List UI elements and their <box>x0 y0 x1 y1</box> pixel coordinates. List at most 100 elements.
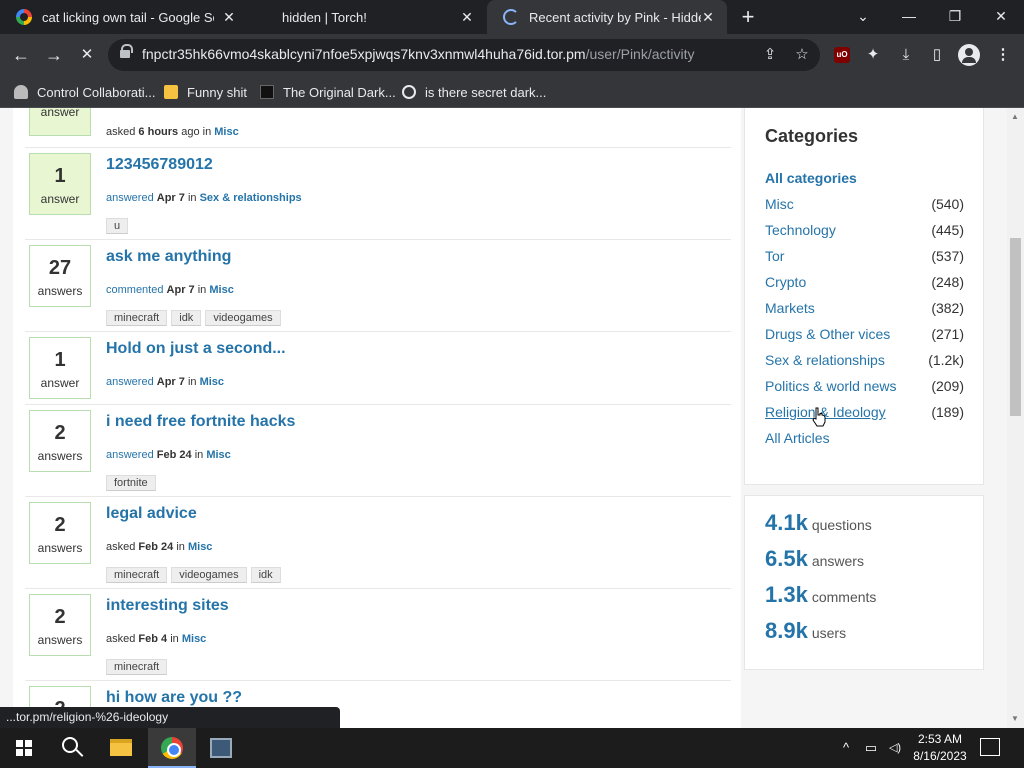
category-item-markets[interactable]: Markets (382) <box>765 300 964 320</box>
tag[interactable]: minecraft <box>106 310 168 326</box>
activity-category-link[interactable]: Misc <box>200 376 224 388</box>
tray-chevron-icon[interactable]: ^ <box>836 728 856 768</box>
close-icon[interactable]: ✕ <box>699 8 717 26</box>
chrome-taskbar-button[interactable] <box>148 728 196 768</box>
question-title-link[interactable]: 123456789012 <box>106 156 213 174</box>
bookmark-original-dark[interactable]: The Original Dark... <box>260 82 396 102</box>
activity-verb[interactable]: answered <box>106 192 154 204</box>
windows-logo-icon <box>16 740 32 756</box>
activity-category-link[interactable]: Misc <box>214 126 238 138</box>
scrollbar-thumb[interactable] <box>1010 238 1021 416</box>
tab-recent-activity[interactable]: Recent activity by Pink - Hidden A ✕ <box>487 0 727 34</box>
category-count: (540) <box>931 196 964 212</box>
bookmark-funny-shit[interactable]: Funny shit <box>164 82 247 102</box>
forward-button[interactable]: → <box>41 42 67 68</box>
activity-category-link[interactable]: Misc <box>209 284 233 296</box>
all-articles-label[interactable]: All Articles <box>765 430 830 446</box>
activity-verb[interactable]: answered <box>106 449 154 461</box>
tab-title: Recent activity by Pink - Hidden A <box>529 9 701 25</box>
start-button[interactable] <box>0 728 48 768</box>
category-name[interactable]: Tor <box>765 248 784 264</box>
category-name[interactable]: Crypto <box>765 274 806 290</box>
question-title-link[interactable]: i need free fortnite hacks <box>106 413 295 431</box>
category-name[interactable]: Technology <box>765 222 836 238</box>
category-item-crypto[interactable]: Crypto (248) <box>765 274 964 294</box>
question-title-link[interactable]: hi how are you ?? <box>106 689 242 707</box>
scroll-down-arrow-icon[interactable]: ▼ <box>1011 714 1019 723</box>
tab-google-search[interactable]: cat licking own tail - Google Sear ✕ <box>0 0 248 34</box>
profile-avatar-icon[interactable] <box>958 44 980 66</box>
network-icon[interactable]: ▭ <box>860 728 882 768</box>
question-title-link[interactable]: ask me anything <box>106 248 231 266</box>
category-name[interactable]: Sex & relationships <box>765 352 885 368</box>
tag[interactable]: u <box>106 218 129 234</box>
close-icon[interactable]: ✕ <box>458 8 476 26</box>
downloads-icon[interactable]: ⤓ <box>895 44 917 66</box>
restore-button[interactable]: ❐ <box>932 0 978 34</box>
system-clock[interactable]: 2:53 AM 8/16/2023 <box>910 731 970 765</box>
activity-verb[interactable]: answered <box>106 376 154 388</box>
tag[interactable]: minecraft <box>106 567 168 583</box>
tag[interactable]: videogames <box>171 567 247 583</box>
stop-loading-button[interactable]: ✕ <box>74 42 100 68</box>
volume-icon[interactable]: ◁) <box>884 728 906 768</box>
bookmark-secret-dark[interactable]: is there secret dark... <box>402 82 546 102</box>
activity-in: in <box>170 633 179 645</box>
stat-value: 6.5k <box>765 546 808 571</box>
activity-category-link[interactable]: Misc <box>206 449 230 461</box>
activity-category-link[interactable]: Sex & relationships <box>200 192 302 204</box>
scroll-up-arrow-icon[interactable]: ▲ <box>1011 112 1019 121</box>
app-taskbar-button[interactable] <box>197 728 245 768</box>
category-item-technology[interactable]: Technology (445) <box>765 222 964 242</box>
side-panel-icon[interactable]: ▯ <box>926 44 948 66</box>
tag[interactable]: idk <box>171 310 202 326</box>
bookmark-star-icon[interactable]: ☆ <box>792 45 812 65</box>
category-name[interactable]: Misc <box>765 196 794 212</box>
search-button[interactable] <box>48 728 96 768</box>
category-name[interactable]: Markets <box>765 300 815 316</box>
stat-label: questions <box>811 517 872 533</box>
activity-category-link[interactable]: Misc <box>188 541 212 553</box>
ublock-origin-icon[interactable]: uO <box>834 47 850 63</box>
category-name[interactable]: Politics & world news <box>765 378 897 394</box>
activity-verb[interactable]: commented <box>106 284 163 296</box>
chrome-menu-icon[interactable]: ⋮ <box>992 44 1014 66</box>
page-scrollbar[interactable]: ▲ ▼ <box>1007 108 1024 728</box>
notification-center-icon[interactable] <box>980 738 1000 756</box>
activity-when: Apr 7 <box>166 284 195 296</box>
question-title-link[interactable]: Hold on just a second... <box>106 340 286 358</box>
category-item-misc[interactable]: Misc (540) <box>765 196 964 216</box>
category-item-sex-relationships[interactable]: Sex & relationships (1.2k) <box>765 352 964 372</box>
category-item-politics[interactable]: Politics & world news (209) <box>765 378 964 398</box>
window-close-button[interactable]: ✕ <box>978 0 1024 34</box>
all-articles-link[interactable]: All Articles <box>765 430 964 450</box>
lock-icon[interactable] <box>120 44 133 60</box>
activity-when: Apr 7 <box>156 192 185 204</box>
answer-count: 2 <box>54 422 66 444</box>
activity-meta: answered Apr 7 in Sex & relationships <box>106 192 302 204</box>
close-icon[interactable]: ✕ <box>220 8 238 26</box>
category-item-drugs[interactable]: Drugs & Other vices (271) <box>765 326 964 346</box>
tag[interactable]: fortnite <box>106 475 156 491</box>
all-categories-link[interactable]: All categories <box>765 170 857 186</box>
bookmark-control-collaborati[interactable]: Control Collaborati... <box>14 82 156 102</box>
activity-category-link[interactable]: Misc <box>182 633 206 645</box>
tag[interactable]: idk <box>250 567 281 583</box>
back-button[interactable]: ← <box>8 42 34 68</box>
tag[interactable]: videogames <box>205 310 281 326</box>
minimize-button[interactable]: — <box>886 0 932 34</box>
address-bar[interactable]: fnpctr35hk66vmo4skablcyni7nfoe5xpjwqs7kn… <box>108 39 820 71</box>
category-item-tor[interactable]: Tor (537) <box>765 248 964 268</box>
file-explorer-button[interactable] <box>97 728 145 768</box>
tab-torch[interactable]: hidden | Torch! ✕ <box>250 0 486 34</box>
question-title-link[interactable]: legal advice <box>106 505 197 523</box>
url-text[interactable]: fnpctr35hk66vmo4skablcyni7nfoe5xpjwqs7kn… <box>142 46 695 62</box>
tag[interactable]: minecraft <box>106 659 168 675</box>
category-item-religion-ideology[interactable]: Religion & Ideology (189) <box>765 404 964 424</box>
tab-search-dropdown-icon[interactable]: ⌄ <box>840 0 886 34</box>
question-title-link[interactable]: interesting sites <box>106 597 229 615</box>
share-icon[interactable]: ⇪ <box>760 45 780 65</box>
category-name[interactable]: Drugs & Other vices <box>765 326 890 342</box>
new-tab-button[interactable]: + <box>736 5 760 29</box>
extensions-icon[interactable]: ✦ <box>862 44 884 66</box>
